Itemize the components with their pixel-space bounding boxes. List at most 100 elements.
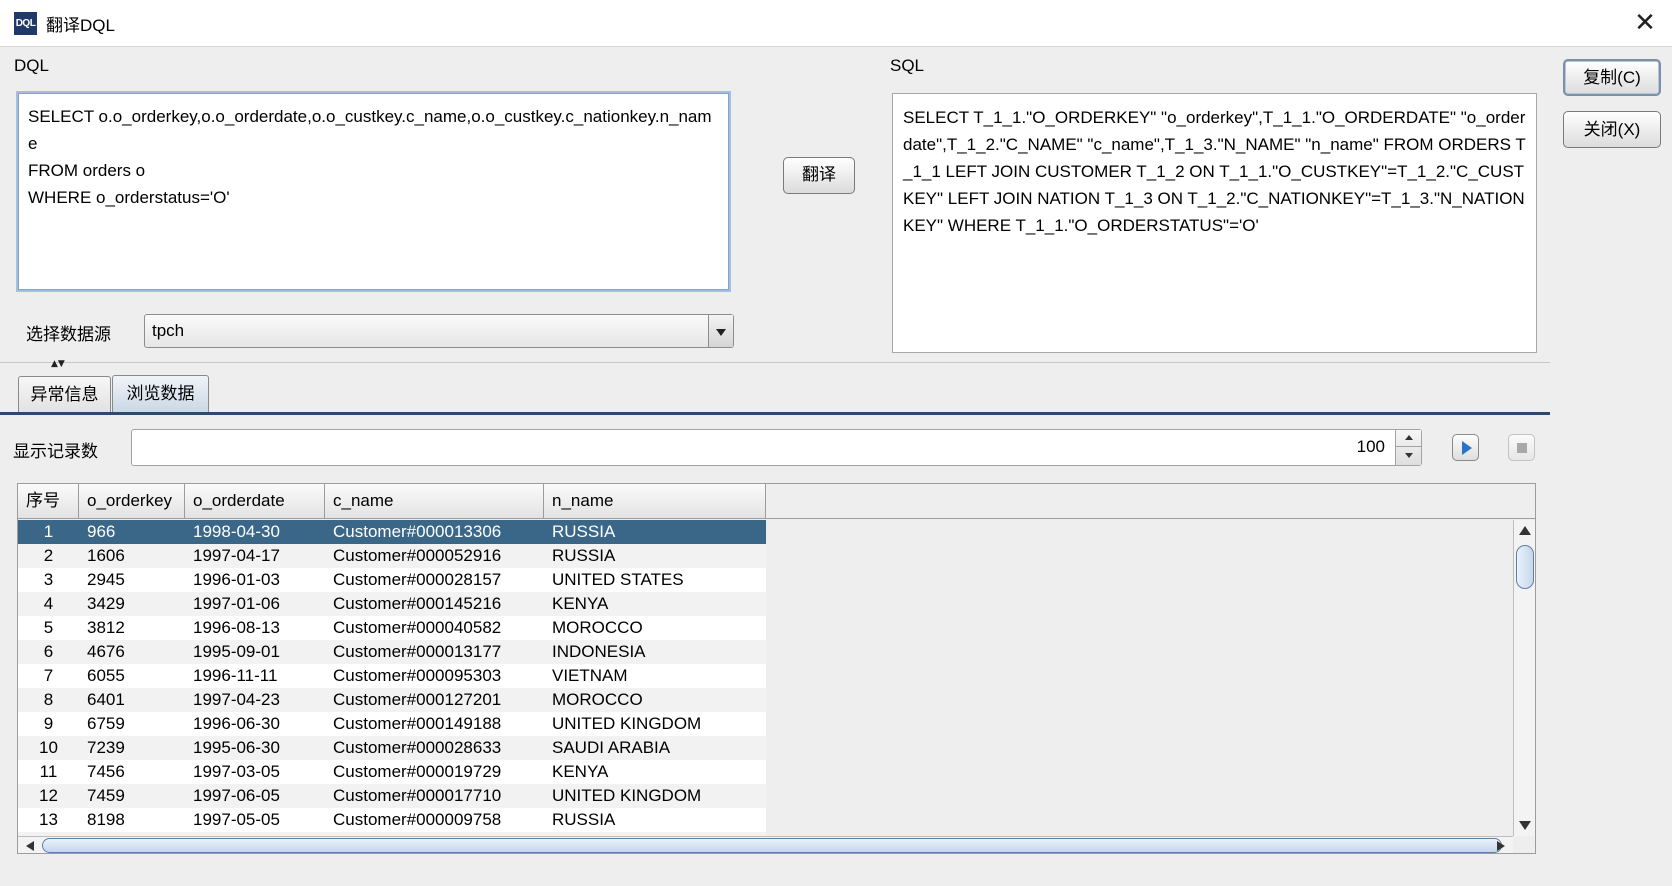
- c-name-cell: Customer#000028157: [333, 570, 502, 589]
- row-index: 13: [39, 810, 58, 829]
- table-row[interactable]: 8 6401 1997-04-23 Customer#000127201 MOROCCO: [18, 688, 766, 712]
- o-orderdate-cell: 1996-11-11: [193, 666, 278, 685]
- n-name-cell: KENYA: [552, 594, 609, 613]
- o-orderdate-cell: 1997-04-17: [193, 546, 280, 565]
- o-orderkey-cell: 3812: [87, 618, 125, 637]
- table-row[interactable]: 1 966 1998-04-30 Customer#000013306 RUSSIA: [18, 520, 766, 544]
- record-count-label: 显示记录数: [13, 442, 98, 461]
- n-name-cell: MOROCCO: [552, 690, 643, 709]
- table-row[interactable]: 6 4676 1995-09-01 Customer#000013177 INDONES…: [18, 640, 766, 664]
- c-name-cell: Customer#000052916: [333, 546, 502, 565]
- scroll-down-icon[interactable]: [1519, 821, 1531, 830]
- c-name-cell: Customer#000145216: [333, 594, 502, 613]
- table-row[interactable]: 9 6759 1996-06-30 Customer#000149188 UNITED …: [18, 712, 766, 736]
- split-divider[interactable]: [0, 362, 1550, 370]
- o-orderdate-cell: 1995-06-30: [193, 738, 280, 757]
- close-button[interactable]: 关闭(X): [1563, 111, 1661, 148]
- c-name-cell: Customer#000019729: [333, 762, 502, 781]
- o-orderdate-cell: 1997-04-23: [193, 690, 280, 709]
- row-index: 9: [43, 714, 54, 733]
- c-name-cell: Customer#000017710: [333, 786, 502, 805]
- row-index: 10: [39, 738, 58, 757]
- table-row[interactable]: 13 8198 1997-05-05 Customer#000009758 RUSSIA: [18, 808, 766, 832]
- spinner-down-icon[interactable]: [1396, 447, 1421, 465]
- vertical-scrollbar[interactable]: [1513, 520, 1535, 836]
- chevron-down-icon[interactable]: [708, 315, 733, 347]
- column-header-index[interactable]: 序号: [18, 484, 79, 519]
- datasource-select[interactable]: tpch: [144, 314, 734, 348]
- o-orderdate-cell: 1998-04-30: [193, 522, 280, 541]
- row-index: 4: [43, 594, 54, 613]
- c-name-cell: Customer#000009758: [333, 810, 502, 829]
- table-row[interactable]: 3 2945 1996-01-03 Customer#000028157 UNITED …: [18, 568, 766, 592]
- o-orderkey-cell: 6759: [87, 714, 125, 733]
- horizontal-scrollbar[interactable]: [18, 836, 1513, 853]
- title-bar: DQL 翻译DQL ✕: [0, 0, 1672, 47]
- tab-browse-data[interactable]: 浏览数据: [112, 375, 209, 413]
- run-button[interactable]: [1452, 434, 1479, 461]
- o-orderdate-cell: 1997-06-05: [193, 786, 280, 805]
- tab-exception-info[interactable]: 异常信息: [18, 376, 111, 413]
- column-header-c-name[interactable]: c_name: [325, 484, 544, 519]
- sql-label: SQL: [890, 56, 925, 75]
- table-row[interactable]: 12 7459 1997-06-05 Customer#000017710 UNITED…: [18, 784, 766, 808]
- table-row[interactable]: 4 3429 1997-01-06 Customer#000145216 KENYA: [18, 592, 766, 616]
- o-orderdate-cell: 1996-06-30: [193, 714, 280, 733]
- o-orderkey-cell: 8198: [87, 810, 125, 829]
- translate-button[interactable]: 翻译: [783, 157, 855, 194]
- column-header-n-name[interactable]: n_name: [544, 484, 766, 519]
- o-orderkey-cell: 4676: [87, 642, 125, 661]
- vertical-scroll-thumb[interactable]: [1516, 545, 1534, 589]
- spinner-up-icon[interactable]: [1396, 430, 1421, 447]
- dql-label: DQL: [14, 56, 49, 75]
- record-count-value: 100: [1356, 437, 1385, 456]
- record-count-spinner[interactable]: 100: [131, 429, 1422, 466]
- c-name-cell: Customer#000095303: [333, 666, 502, 685]
- window-close-button[interactable]: ✕: [1630, 8, 1660, 38]
- row-index: 8: [43, 690, 54, 709]
- column-header-o-orderdate[interactable]: o_orderdate: [185, 484, 325, 519]
- row-index: 2: [43, 546, 54, 565]
- spinner-buttons: [1395, 430, 1421, 465]
- n-name-cell: KENYA: [552, 762, 609, 781]
- o-orderkey-cell: 6055: [87, 666, 125, 685]
- table-row[interactable]: 7 6055 1996-11-11 Customer#000095303 VIETNAM: [18, 664, 766, 688]
- table-row[interactable]: 5 3812 1996-08-13 Customer#000040582 MOROCCO: [18, 616, 766, 640]
- stop-button[interactable]: [1508, 434, 1535, 461]
- row-index: 7: [43, 666, 54, 685]
- dql-editor[interactable]: SELECT o.o_orderkey,o.o_orderdate,o.o_cu…: [16, 91, 731, 292]
- column-header-o-orderkey[interactable]: o_orderkey: [79, 484, 185, 519]
- o-orderdate-cell: 1997-03-05: [193, 762, 280, 781]
- n-name-cell: SAUDI ARABIA: [552, 738, 671, 757]
- scroll-up-icon[interactable]: [1519, 526, 1531, 535]
- o-orderkey-cell: 1606: [87, 546, 125, 565]
- c-name-cell: Customer#000149188: [333, 714, 502, 733]
- o-orderkey-cell: 2945: [87, 570, 125, 589]
- table-header: 序号 o_orderkey o_orderdate c_name n_name: [18, 484, 766, 519]
- o-orderdate-cell: 1996-01-03: [193, 570, 280, 589]
- row-index: 3: [43, 570, 54, 589]
- sql-output[interactable]: SELECT T_1_1."O_ORDERKEY" "o_orderkey",T…: [892, 93, 1537, 353]
- n-name-cell: UNITED STATES: [552, 570, 684, 589]
- row-index: 11: [39, 762, 58, 781]
- table-row[interactable]: 2 1606 1997-04-17 Customer#000052916 RUSSIA: [18, 544, 766, 568]
- row-index: 6: [43, 642, 54, 661]
- table-row[interactable]: 10 7239 1995-06-30 Customer#000028633 SAUDI …: [18, 736, 766, 760]
- n-name-cell: RUSSIA: [552, 810, 616, 829]
- split-collapse-icon[interactable]: ▲▼: [51, 360, 65, 369]
- datasource-label: 选择数据源: [26, 325, 111, 344]
- tab-underline: [0, 412, 1550, 415]
- o-orderdate-cell: 1996-08-13: [193, 618, 280, 637]
- results-table: 序号 o_orderkey o_orderdate c_name n_name …: [17, 483, 1536, 854]
- horizontal-scroll-thumb[interactable]: [42, 838, 1502, 853]
- copy-button[interactable]: 复制(C): [1563, 59, 1661, 96]
- n-name-cell: VIETNAM: [552, 666, 628, 685]
- window-title: 翻译DQL: [46, 16, 115, 35]
- table-body: 1 966 1998-04-30 Customer#000013306 RUSSIA 2 1…: [18, 520, 766, 853]
- scroll-left-icon[interactable]: [26, 841, 34, 851]
- table-row[interactable]: 11 7456 1997-03-05 Customer#000019729 KENYA: [18, 760, 766, 784]
- scroll-right-icon[interactable]: [1497, 841, 1505, 851]
- row-index: 12: [39, 786, 58, 805]
- c-name-cell: Customer#000013306: [333, 522, 502, 541]
- o-orderkey-cell: 6401: [87, 690, 125, 709]
